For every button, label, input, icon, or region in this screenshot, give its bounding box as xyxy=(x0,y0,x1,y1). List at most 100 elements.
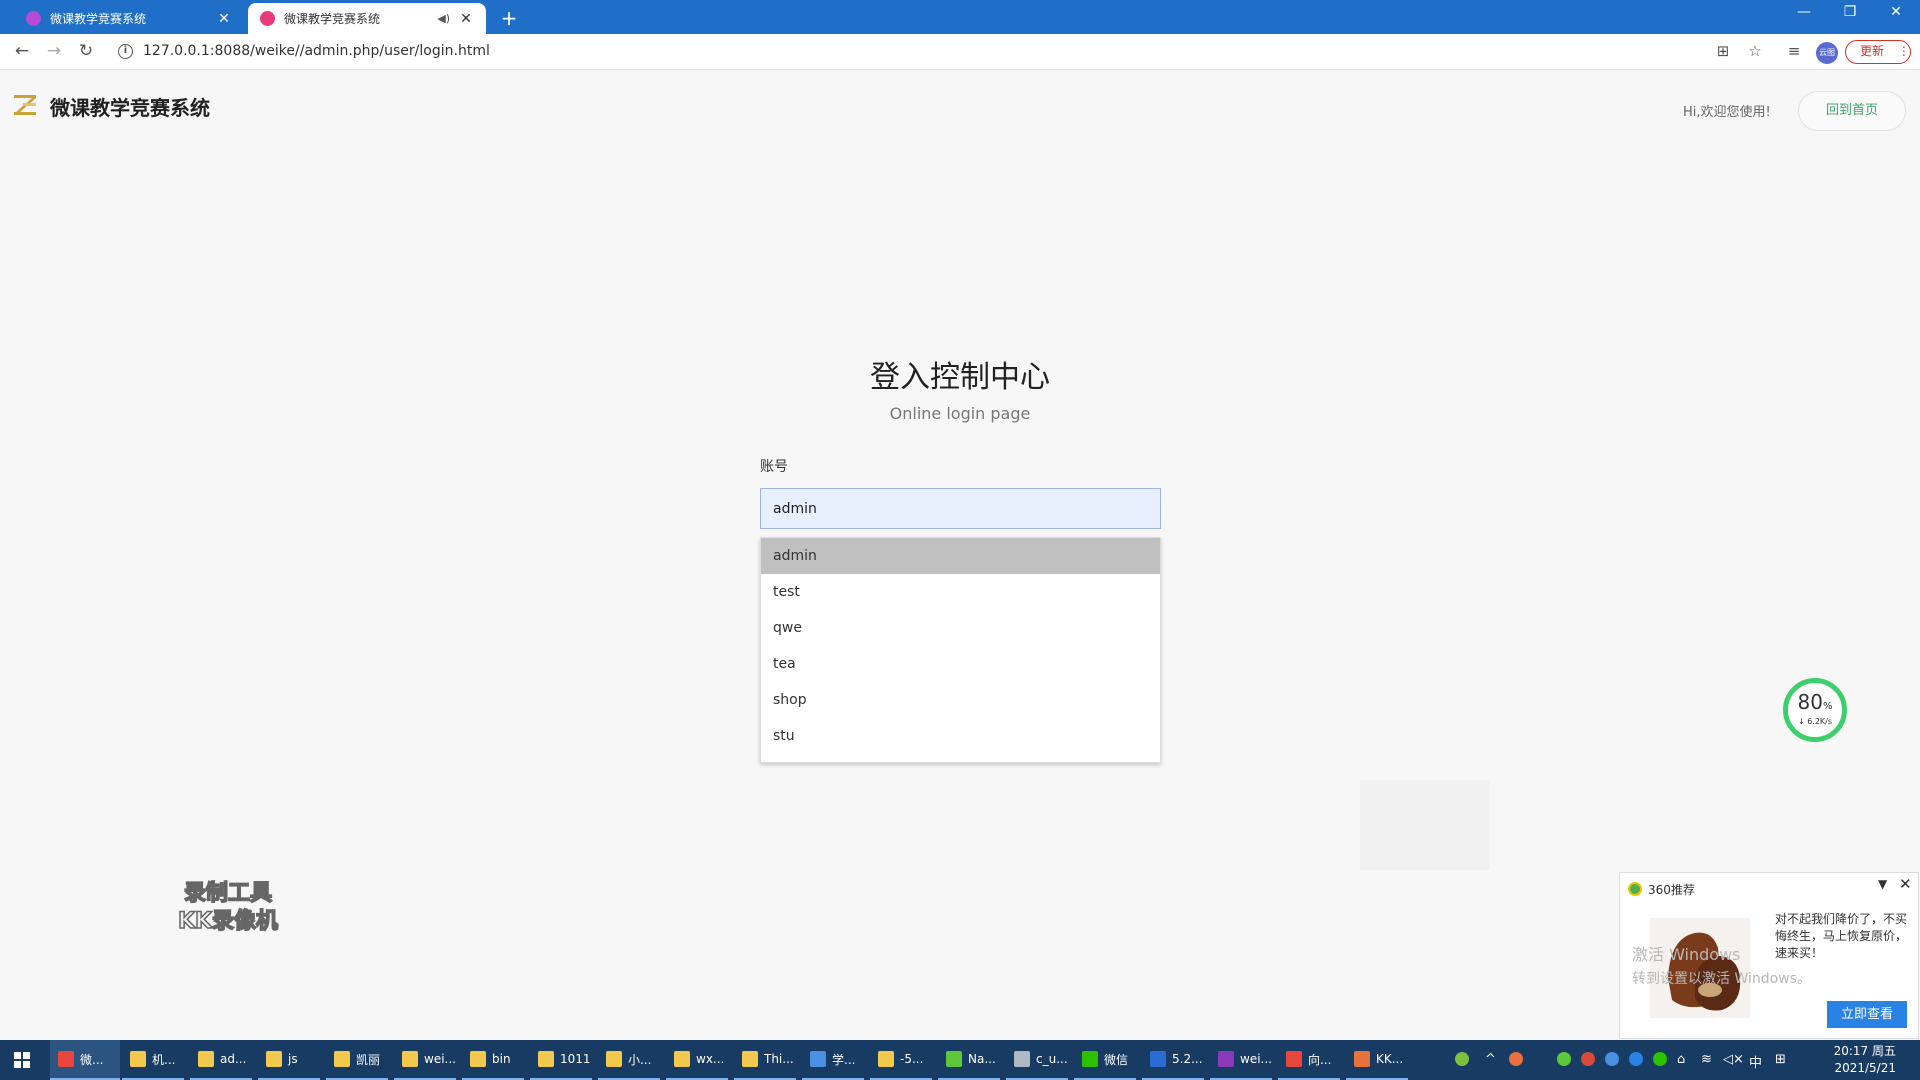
taskbar-item-label: -5... xyxy=(900,1052,924,1066)
forward-arrow-icon[interactable]: → xyxy=(43,41,65,61)
taskbar-item[interactable]: bin xyxy=(462,1040,524,1080)
restore-icon[interactable]: ❐ xyxy=(1830,4,1870,20)
taskbar-item[interactable]: wei... xyxy=(394,1040,456,1080)
new-tab-button[interactable]: + xyxy=(498,6,520,30)
tab-title: 微课教学竞赛系统 xyxy=(50,12,147,26)
translate-icon[interactable]: ⊞ xyxy=(1713,42,1733,60)
watermark-line: 录制工具 xyxy=(183,880,273,907)
update-button[interactable]: 更新 ⋮ xyxy=(1845,40,1911,64)
autocomplete-dropdown: admin test qwe tea shop stu xyxy=(760,537,1161,763)
taskbar-item[interactable]: 向... xyxy=(1278,1040,1340,1080)
address-bar: ← → ↻ i 127.0.0.1:8088/weike//admin.php/… xyxy=(0,34,1920,70)
taskbar-app-icon xyxy=(878,1051,894,1067)
window-close-icon[interactable]: ✕ xyxy=(1876,4,1916,20)
ad-popup: 360推荐 ▼ ✕ 激活 Windows 转到设置以激活 Windows。 对不… xyxy=(1619,872,1919,1039)
tray-app-icon[interactable] xyxy=(1629,1052,1643,1066)
audio-playing-icon[interactable]: ◀) xyxy=(437,12,450,25)
tab-close-icon[interactable]: ✕ xyxy=(458,11,474,27)
browser-tab-active[interactable]: 微课教学竞赛系统 ◀) ✕ xyxy=(248,3,486,34)
menu-dots-icon: ⋮ xyxy=(1897,44,1910,58)
url-field[interactable]: 127.0.0.1:8088/weike//admin.php/user/log… xyxy=(143,43,490,59)
taskbar-item-label: KK... xyxy=(1376,1052,1404,1066)
account-input[interactable] xyxy=(760,488,1161,529)
taskbar-app-icon xyxy=(402,1051,418,1067)
profile-avatar[interactable]: 云图 xyxy=(1816,42,1838,64)
site-favicon-icon xyxy=(26,11,41,26)
taskbar-item[interactable]: Na... xyxy=(938,1040,1000,1080)
collapse-icon[interactable]: ▼ xyxy=(1878,877,1887,891)
taskbar-app-icon xyxy=(538,1051,554,1067)
taskbar-item[interactable]: wx... xyxy=(666,1040,728,1080)
wifi-icon[interactable]: ≋ xyxy=(1701,1052,1712,1067)
speed-widget[interactable]: 80% ↓ 6.2K/s xyxy=(1783,678,1847,742)
home-button[interactable]: 回到首页 xyxy=(1798,91,1906,131)
battery-icon[interactable] xyxy=(1455,1052,1469,1066)
speed-percent: 80% xyxy=(1797,690,1833,714)
taskbar-app-icon xyxy=(130,1051,146,1067)
tray-app-icon[interactable] xyxy=(1605,1052,1619,1066)
tray-expand-icon[interactable]: ^ xyxy=(1485,1052,1496,1067)
site-logo-icon xyxy=(14,95,36,115)
taskbar-item[interactable]: -5... xyxy=(870,1040,932,1080)
taskbar-item-label: 凯丽 xyxy=(356,1052,381,1067)
tray-app-icon[interactable] xyxy=(1581,1052,1595,1066)
tray-app-icon[interactable] xyxy=(1509,1052,1523,1066)
network-speed: ↓ 6.2K/s xyxy=(1797,717,1833,726)
taskbar-app-icon xyxy=(198,1051,214,1067)
tray-app-icon[interactable] xyxy=(1557,1052,1571,1066)
recorder-watermark: 录制工具 KK录像机 xyxy=(158,880,298,936)
reload-icon[interactable]: ↻ xyxy=(75,41,97,61)
taskbar-item[interactable]: 微信 xyxy=(1074,1040,1136,1080)
tab-close-icon[interactable]: ✕ xyxy=(216,11,232,27)
browser-tab-inactive[interactable]: 微课教学竞赛系统 ✕ xyxy=(14,3,244,34)
network-icon[interactable]: ⌂ xyxy=(1677,1052,1685,1067)
taskbar-app-icon xyxy=(606,1051,622,1067)
taskbar-app-icon xyxy=(1014,1051,1030,1067)
taskbar-item[interactable]: 机... xyxy=(122,1040,184,1080)
autocomplete-item[interactable]: tea xyxy=(761,646,1160,682)
taskbar-item[interactable]: 凯丽 xyxy=(326,1040,388,1080)
volume-muted-icon[interactable]: ◁× xyxy=(1723,1052,1744,1067)
close-icon[interactable]: ✕ xyxy=(1899,875,1912,893)
taskbar-item[interactable]: Thi... xyxy=(734,1040,796,1080)
faint-overlay xyxy=(1360,780,1490,870)
bookmark-star-icon[interactable]: ☆ xyxy=(1745,42,1765,60)
taskbar-app-icon xyxy=(742,1051,758,1067)
windows-start-icon[interactable] xyxy=(14,1052,30,1068)
taskbar-item[interactable]: wei... xyxy=(1210,1040,1272,1080)
site-info-icon[interactable]: i xyxy=(118,44,133,59)
keyboard-icon[interactable]: ⊞ xyxy=(1775,1052,1786,1067)
taskbar-item[interactable]: KK... xyxy=(1346,1040,1408,1080)
back-arrow-icon[interactable]: ← xyxy=(11,41,33,61)
autocomplete-item[interactable]: test xyxy=(761,574,1160,610)
taskbar-item[interactable]: 微... xyxy=(50,1040,120,1080)
taskbar-item-label: ad... xyxy=(220,1052,247,1066)
taskbar-item[interactable]: 5.2... xyxy=(1142,1040,1204,1080)
view-now-button[interactable]: 立即查看 xyxy=(1827,1001,1907,1028)
taskbar-item-label: 5.2... xyxy=(1172,1052,1203,1066)
minimize-icon[interactable]: — xyxy=(1784,4,1824,20)
taskbar-app-icon xyxy=(810,1051,826,1067)
taskbar-item[interactable]: js xyxy=(258,1040,320,1080)
taskbar-item[interactable]: 学... xyxy=(802,1040,864,1080)
autocomplete-item[interactable]: qwe xyxy=(761,610,1160,646)
taskbar-item-label: 1011 xyxy=(560,1052,591,1066)
taskbar-item[interactable]: 小... xyxy=(598,1040,660,1080)
wechat-tray-icon[interactable] xyxy=(1653,1052,1667,1066)
taskbar-item[interactable]: ad... xyxy=(190,1040,252,1080)
ime-indicator[interactable]: 中 xyxy=(1749,1052,1762,1071)
autocomplete-item[interactable]: admin xyxy=(761,538,1160,574)
welcome-text: Hi,欢迎您使用! xyxy=(1683,105,1771,120)
360-logo-icon xyxy=(1628,882,1642,896)
autocomplete-item[interactable]: stu xyxy=(761,718,1160,754)
taskbar-item[interactable]: 1011 xyxy=(530,1040,592,1080)
autocomplete-item[interactable]: shop xyxy=(761,682,1160,718)
system-clock[interactable]: 20:17 周五 2021/5/21 xyxy=(1826,1043,1896,1077)
taskbar-item-label: js xyxy=(288,1052,298,1066)
taskbar-app-icon xyxy=(266,1051,282,1067)
login-subtitle: Online login page xyxy=(889,404,1031,423)
taskbar-item[interactable]: c_u... xyxy=(1006,1040,1068,1080)
taskbar-item-label: 微... xyxy=(80,1052,104,1067)
reading-list-icon[interactable]: ≡ xyxy=(1784,42,1804,60)
login-title: 登入控制中心 xyxy=(870,360,1050,395)
